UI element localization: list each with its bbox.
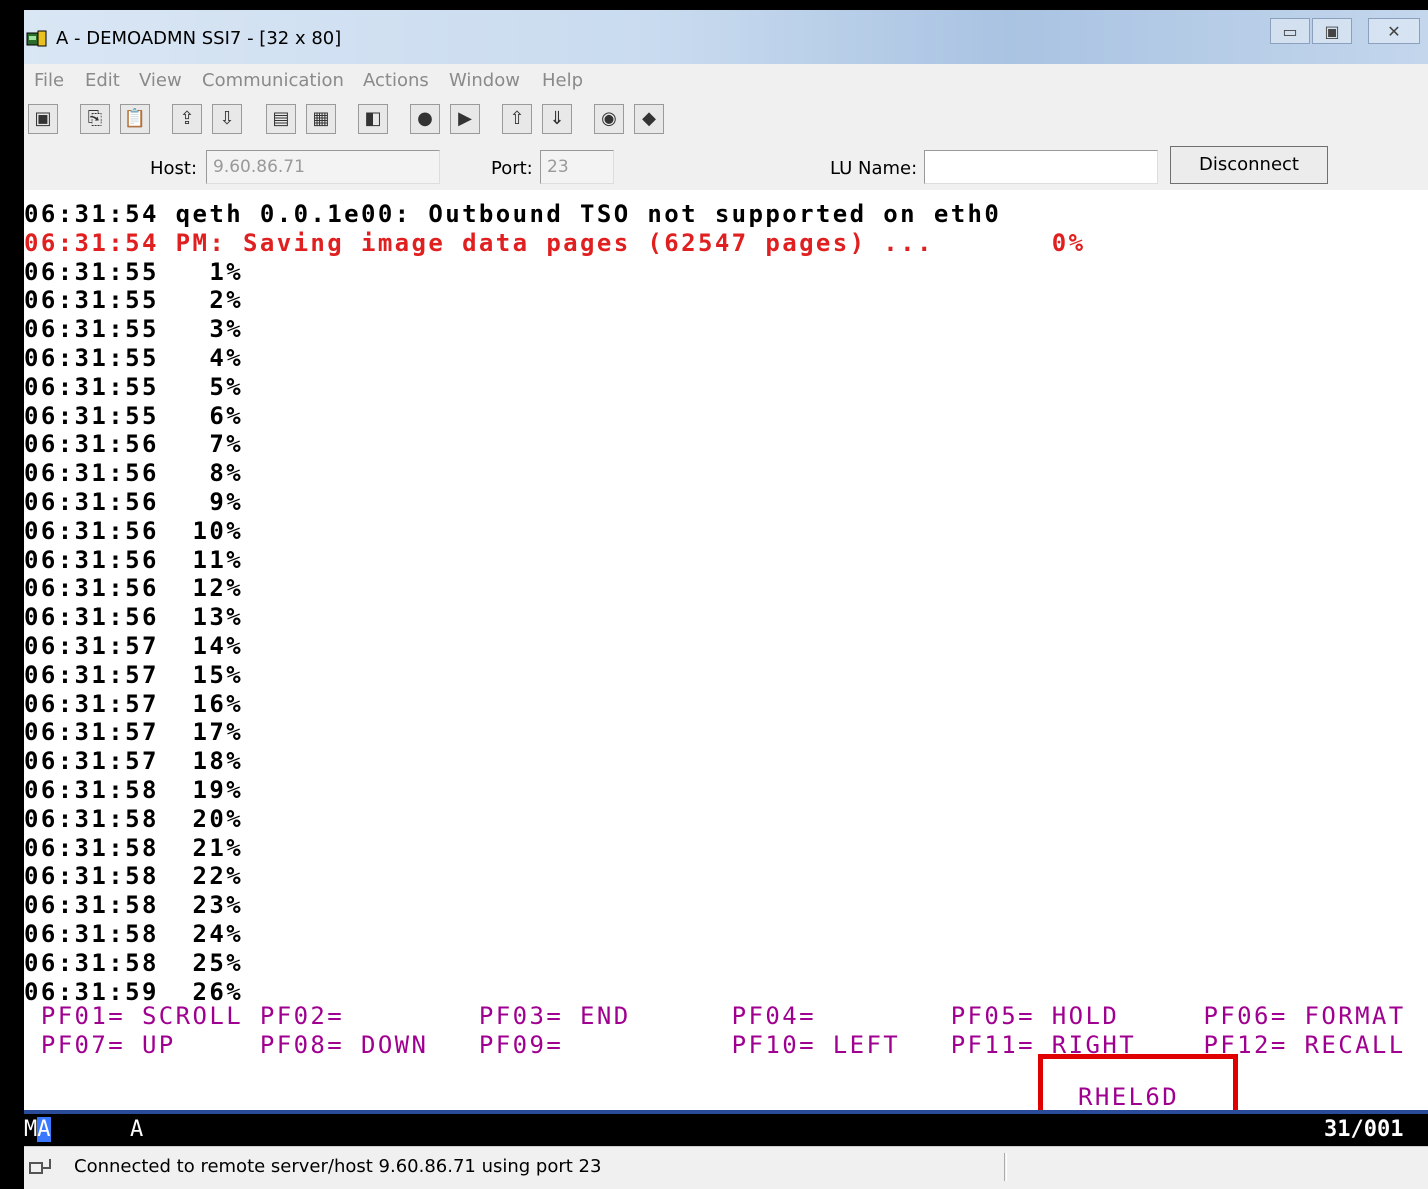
transfer-down-icon[interactable]: ⇓: [542, 104, 572, 134]
terminal-line: 06:31:57 14%: [24, 632, 244, 660]
play-icon[interactable]: ▶: [450, 104, 480, 134]
terminal-line: 06:31:55 2%: [24, 286, 244, 315]
terminal-line: 06:31:56 8%: [24, 459, 244, 488]
status-bar: Connected to remote server/host 9.60.86.…: [24, 1146, 1428, 1189]
port-field[interactable]: 23: [540, 150, 614, 184]
print-screen-icon[interactable]: ▣: [28, 104, 58, 134]
status-message: Connected to remote server/host 9.60.86.…: [74, 1153, 1005, 1181]
host-field[interactable]: 9.60.86.71: [206, 150, 440, 184]
terminal-line: 06:31:54 qeth 0.0.1e00: Outbound TSO not…: [24, 200, 1002, 228]
terminal-line: 06:31:56 13%: [24, 603, 244, 632]
terminal-line: 06:31:55 1%: [24, 257, 244, 286]
window-title: A - DEMOADMN SSI7 - [32 x 80]: [56, 28, 342, 49]
terminal-line: 06:31:58 22%: [24, 862, 244, 891]
display-icon[interactable]: ▤: [266, 104, 296, 134]
macro-icon[interactable]: ◧: [358, 104, 388, 134]
close-button[interactable]: ✕: [1368, 18, 1420, 44]
minimize-button[interactable]: ▭: [1270, 18, 1310, 44]
oia-session-id: A: [130, 1117, 144, 1142]
toolbar: ▣ ⎘ 📋 ⇪ ⇩ ▤ ▦ ◧ ● ▶ ⇧ ⇓ ◉ ◆: [24, 98, 1428, 144]
oia-mode-indicator: MA: [24, 1116, 74, 1144]
terminal-line: 06:31:58 21%: [24, 833, 244, 862]
status-pane: [1006, 1153, 1397, 1181]
menu-edit[interactable]: Edit: [85, 70, 120, 91]
terminal-line: 06:31:56 10%: [24, 516, 244, 545]
terminal-line: 06:31:56 11%: [24, 545, 244, 574]
connection-status-icon: [29, 1159, 51, 1174]
title-bar[interactable]: A - DEMOADMN SSI7 - [32 x 80] ▭ ▣ ✕: [24, 10, 1428, 64]
terminal-line: 06:31:57 17%: [24, 718, 244, 747]
operator-info-area: MA A 31/001: [24, 1114, 1428, 1146]
menu-actions[interactable]: Actions: [363, 70, 429, 91]
terminal-line: 06:31:58 19%: [24, 776, 244, 804]
terminal-line: 06:31:55 5%: [24, 372, 244, 401]
menu-file[interactable]: File: [34, 70, 64, 91]
oia-mode-text: MA: [24, 1117, 51, 1142]
send-icon[interactable]: ⇪: [172, 104, 202, 134]
record-icon[interactable]: ●: [410, 104, 440, 134]
oia-cursor-position: 31/001: [1324, 1117, 1404, 1142]
menu-help[interactable]: Help: [542, 70, 583, 91]
connection-bar: Host: 9.60.86.71 Port: 23 LU Name: Disco…: [24, 144, 1428, 191]
terminal-screen[interactable]: 06:31:54 qeth 0.0.1e00: Outbound TSO not…: [24, 190, 1428, 1142]
terminal-line: 06:31:57 18%: [24, 747, 244, 776]
terminal-line: 06:31:58 20%: [24, 804, 244, 833]
terminal-line: 06:31:57 15%: [24, 660, 244, 689]
menu-window[interactable]: Window: [449, 70, 520, 91]
terminal-window: A - DEMOADMN SSI7 - [32 x 80] ▭ ▣ ✕ File…: [24, 10, 1428, 1189]
lu-name-field[interactable]: [924, 150, 1158, 184]
display2-icon[interactable]: ▦: [306, 104, 336, 134]
terminal-line: 06:31:55 6%: [24, 401, 244, 430]
lu-name-label: LU Name:: [830, 158, 918, 179]
terminal-line: 06:31:55 4%: [24, 344, 244, 372]
terminal-app-icon: [26, 30, 47, 47]
paste-icon[interactable]: 📋: [120, 104, 150, 134]
terminal-line: 06:31:55 3%: [24, 315, 244, 344]
receive-icon[interactable]: ⇩: [212, 104, 242, 134]
terminal-line: 06:31:58 25%: [24, 948, 244, 977]
transfer-up-icon[interactable]: ⇧: [502, 104, 532, 134]
disconnect-button[interactable]: Disconnect: [1170, 146, 1328, 184]
terminal-line: 06:31:56 9%: [24, 488, 244, 516]
maximize-button[interactable]: ▣: [1312, 18, 1352, 44]
port-label: Port:: [491, 158, 533, 179]
terminal-line: 06:31:58 23%: [24, 891, 244, 920]
globe-icon[interactable]: ◉: [594, 104, 624, 134]
pf-keys-line-1: PF01= SCROLL PF02= PF03= END PF04= PF05=…: [24, 1002, 1406, 1030]
menu-communication[interactable]: Communication: [202, 70, 344, 91]
terminal-line: 06:31:57 16%: [24, 689, 244, 718]
copy-icon[interactable]: ⎘: [80, 104, 110, 134]
menu-view[interactable]: View: [139, 70, 182, 91]
terminal-line: 06:31:56 12%: [24, 574, 244, 603]
tag-icon[interactable]: ◆: [634, 104, 664, 134]
terminal-line: 06:31:56 7%: [24, 430, 244, 459]
host-label: Host:: [150, 158, 198, 179]
cursor-marker: A: [37, 1117, 51, 1142]
menu-bar: File Edit View Communication Actions Win…: [24, 64, 1428, 99]
terminal-line: 06:31:54 PM: Saving image data pages (62…: [24, 228, 1086, 257]
terminal-line: 06:31:58 24%: [24, 920, 244, 948]
